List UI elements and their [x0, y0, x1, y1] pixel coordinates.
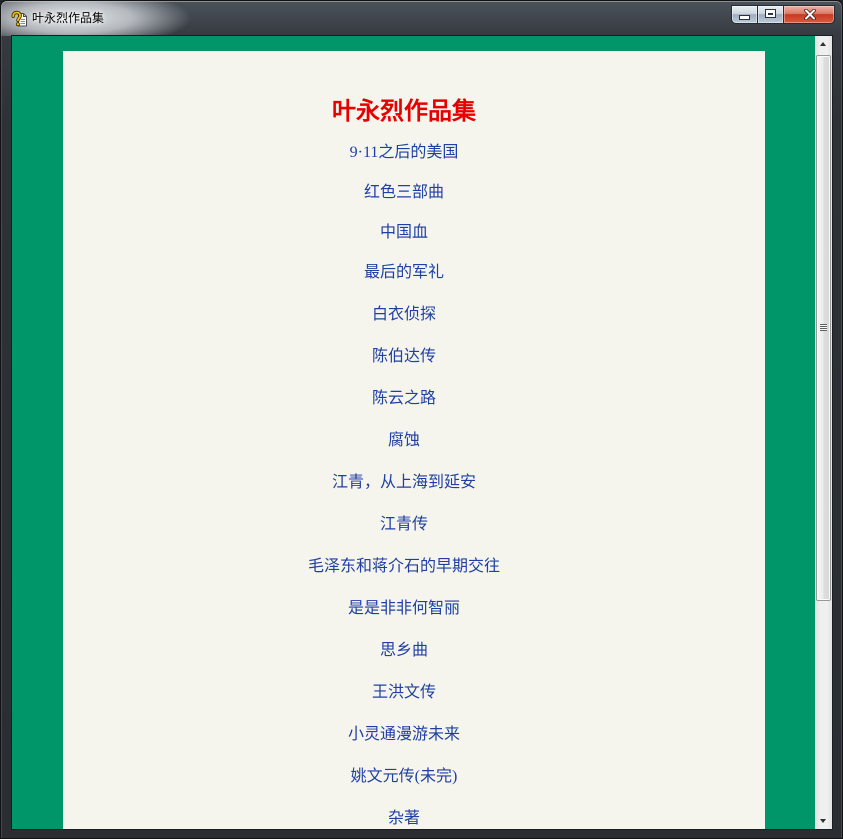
work-link[interactable]: 小灵通漫游未来 [348, 726, 460, 743]
close-button[interactable] [783, 5, 835, 24]
document-view[interactable]: 叶永烈作品集 9·11之后的美国 红色三部曲 中国血 最后的军礼 白衣侦探 陈伯… [12, 36, 815, 829]
work-link[interactable]: 姚文元传(未完) [351, 768, 458, 785]
scroll-down-button[interactable] [815, 812, 832, 829]
list-item: 思乡曲 [63, 641, 745, 661]
list-item: 江青，从上海到延安 [63, 473, 745, 493]
arrow-up-icon [820, 42, 826, 46]
work-link[interactable]: 中国血 [380, 224, 428, 241]
list-item: 红色三部曲 [63, 183, 745, 203]
list-item: 中国血 [63, 223, 745, 243]
caption-buttons [731, 5, 835, 24]
work-link[interactable]: 9·11之后的美国 [350, 144, 459, 161]
work-link[interactable]: 红色三部曲 [364, 184, 444, 201]
list-item: 陈云之路 [63, 389, 745, 409]
list-item: 腐蚀 [63, 431, 745, 451]
work-link[interactable]: 王洪文传 [372, 684, 436, 701]
app-window: 叶永烈作品集 叶永烈作品集 9·11之后的美国 红色三部曲 中国血 最后的军礼 … [0, 0, 843, 839]
work-link[interactable]: 思乡曲 [380, 642, 428, 659]
list-item: 江青传 [63, 515, 745, 535]
work-link[interactable]: 杂著 [388, 810, 420, 827]
list-item: 是是非非何智丽 [63, 599, 745, 619]
work-link[interactable]: 毛泽东和蒋介石的早期交往 [308, 558, 500, 575]
list-item: 王洪文传 [63, 683, 745, 703]
maximize-button[interactable] [757, 5, 784, 24]
work-link[interactable]: 陈云之路 [372, 390, 436, 407]
minimize-icon [740, 16, 749, 19]
scroll-thumb[interactable] [816, 55, 831, 601]
vertical-scrollbar[interactable] [815, 36, 832, 829]
close-icon [804, 9, 816, 20]
work-link[interactable]: 白衣侦探 [372, 306, 436, 323]
list-item: 毛泽东和蒋介石的早期交往 [63, 557, 745, 577]
arrow-down-icon [820, 819, 826, 823]
work-list: 9·11之后的美国 红色三部曲 中国血 最后的军礼 白衣侦探 陈伯达传 陈云之路… [63, 143, 745, 829]
work-link[interactable]: 江青传 [380, 516, 428, 533]
work-link[interactable]: 腐蚀 [388, 432, 420, 449]
work-link[interactable]: 是是非非何智丽 [348, 600, 460, 617]
list-item: 陈伯达传 [63, 347, 745, 367]
minimize-button[interactable] [731, 5, 758, 24]
scroll-up-button[interactable] [815, 36, 832, 53]
page-title: 叶永烈作品集 [332, 99, 476, 125]
work-link[interactable]: 江青，从上海到延安 [332, 474, 476, 491]
work-link[interactable]: 最后的军礼 [364, 264, 444, 281]
list-item: 9·11之后的美国 [63, 143, 745, 163]
grip-icon [820, 324, 827, 331]
maximize-icon [766, 10, 775, 17]
list-item: 白衣侦探 [63, 305, 745, 325]
list-item: 小灵通漫游未来 [63, 725, 745, 745]
list-item: 最后的军礼 [63, 263, 745, 283]
work-link[interactable]: 陈伯达传 [372, 348, 436, 365]
content-panel: 叶永烈作品集 9·11之后的美国 红色三部曲 中国血 最后的军礼 白衣侦探 陈伯… [63, 51, 765, 829]
list-item: 杂著 [63, 809, 745, 829]
list-item: 姚文元传(未完) [63, 767, 745, 787]
help-file-icon[interactable] [11, 10, 28, 27]
window-title: 叶永烈作品集 [32, 11, 105, 25]
